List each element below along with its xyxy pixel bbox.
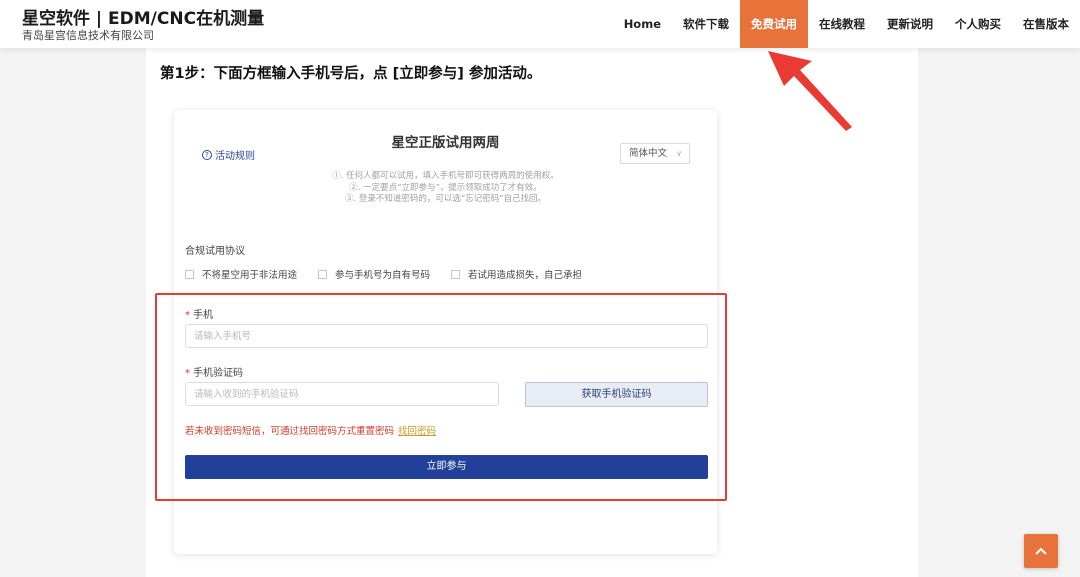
main-nav: Home 软件下载 免费试用 在线教程 更新说明 个人购买 在售版本 <box>613 0 1080 48</box>
red-arrow-icon <box>768 51 852 131</box>
agreement-checkboxes: 不将星空用于非法用途 参与手机号为自有号码 若试用造成损失，自己承担 <box>185 267 603 281</box>
nav-item-home[interactable]: Home <box>613 0 672 48</box>
agreement-text: 不将星空用于非法用途 <box>202 270 298 281</box>
nav-item-free-trial[interactable]: 免费试用 <box>740 0 808 48</box>
agreement-checkbox[interactable] <box>318 269 328 279</box>
agreement-text: 若试用造成损失，自己承担 <box>468 270 583 281</box>
nav-item-download[interactable]: 软件下载 <box>672 0 740 48</box>
language-select[interactable]: 简体中文 ∨ <box>620 143 690 164</box>
nav-item-purchase[interactable]: 个人购买 <box>944 0 1012 48</box>
scroll-to-top-button[interactable] <box>1024 534 1058 568</box>
agreement-text: 参与手机号为自有号码 <box>335 270 431 281</box>
chevron-up-icon <box>1035 547 1047 555</box>
nav-item-changelog[interactable]: 更新说明 <box>876 0 944 48</box>
agreement-checkbox[interactable] <box>451 269 461 279</box>
agreement-item[interactable]: 若试用造成损失，自己承担 <box>451 267 582 281</box>
help-circle-icon: ? <box>202 149 212 160</box>
chevron-down-icon: ∨ <box>676 149 682 158</box>
description-line: ②. 一定要点“立即参与”，提示领取成功了才有效。 <box>349 182 542 193</box>
form-description: ①. 任何人都可以试用，填入手机号即可获得两周的使用权。 ②. 一定要点“立即参… <box>174 171 717 206</box>
description-line: ①. 任何人都可以试用，填入手机号即可获得两周的使用权。 <box>332 171 559 181</box>
site-subtitle: 青岛星宫信息技术有限公司 <box>22 29 154 42</box>
site-title[interactable]: 星空软件 | EDM/CNC在机测量 <box>22 4 264 29</box>
agreement-checkbox[interactable] <box>185 269 194 279</box>
nav-item-versions[interactable]: 在售版本 <box>1012 0 1080 48</box>
description-line: ③. 登录不知道密码的，可以选“忘记密码”自己找回。 <box>344 194 547 204</box>
site-header: 星空软件 | EDM/CNC在机测量 青岛星宫信息技术有限公司 Home 软件下… <box>0 0 1080 48</box>
agreement-item[interactable]: 不将星空用于非法用途 <box>185 267 297 281</box>
nav-item-tutorials[interactable]: 在线教程 <box>808 0 876 48</box>
agreement-item[interactable]: 参与手机号为自有号码 <box>318 267 430 281</box>
agreement-label: 合规试用协议 <box>185 246 245 257</box>
step-instruction: 第1步：下面方框输入手机号后，点 [立即参与] 参加活动。 <box>160 66 542 82</box>
highlight-box <box>155 293 727 501</box>
language-value: 简体中文 <box>629 148 668 159</box>
